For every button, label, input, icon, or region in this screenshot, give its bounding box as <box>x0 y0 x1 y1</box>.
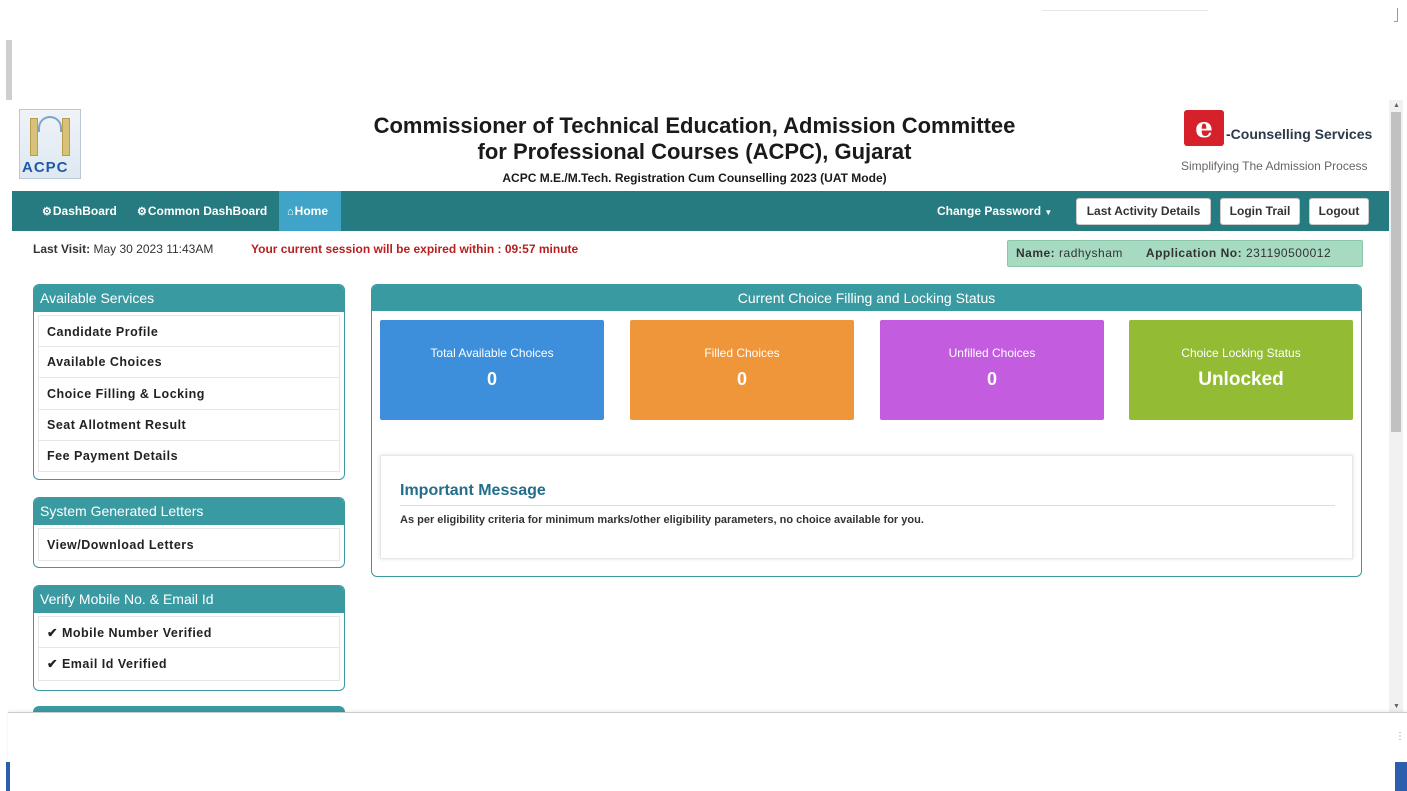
session-warning: Your current session will be expired wit… <box>251 242 579 256</box>
login-trail-button[interactable]: Login Trail <box>1220 198 1300 225</box>
nav-dashboard-label: DashBoard <box>52 204 117 218</box>
dashboard-icon: ⚙ <box>42 206 52 218</box>
choice-status-title: Current Choice Filling and Locking Statu… <box>372 285 1361 311</box>
verify-panel: Verify Mobile No. & Email Id ✔ Mobile Nu… <box>33 585 345 691</box>
unfilled-choices-label: Unfilled Choices <box>948 346 1036 360</box>
important-message-box: Important Message As per eligibility cri… <box>380 455 1353 559</box>
menu-candidate-profile[interactable]: Candidate Profile <box>38 315 340 347</box>
filled-choices-card: Filled Choices 0 <box>630 320 854 420</box>
menu-choice-filling[interactable]: Choice Filling & Locking <box>38 378 340 410</box>
ecounselling-label: -Counselling Services <box>1226 126 1373 142</box>
change-password-dropdown[interactable]: Change Password ▼ <box>937 191 1052 231</box>
locking-status-label: Choice Locking Status <box>1181 346 1301 360</box>
check-circle-icon: ✔ <box>47 657 58 671</box>
menu-fee-payment[interactable]: Fee Payment Details <box>38 441 340 472</box>
overlay-left-edge <box>6 762 10 791</box>
letters-title: System Generated Letters <box>34 498 344 525</box>
app-no-value: 231190500012 <box>1245 246 1332 260</box>
scrollbar-thumb[interactable] <box>1391 112 1401 432</box>
last-visit-value: May 30 2023 11:43AM <box>93 242 214 256</box>
menu-view-download-letters[interactable]: View/Download Letters <box>38 528 340 561</box>
status-row: Last Visit: May 30 2023 11:43AM Your cur… <box>33 240 1373 268</box>
email-verified-label: Email Id Verified <box>61 657 168 671</box>
menu-available-choices[interactable]: Available Choices <box>38 347 340 378</box>
locking-status-card: Choice Locking Status Unlocked <box>1129 320 1353 420</box>
mobile-verified-label: Mobile Number Verified <box>61 626 212 640</box>
home-icon: ⌂ <box>287 206 294 218</box>
more-icon[interactable]: ⋮ <box>1395 731 1405 742</box>
unfilled-choices-value: 0 <box>986 369 997 389</box>
name-label: Name: <box>1016 246 1056 260</box>
nav-dashboard[interactable]: ⚙DashBoard <box>34 191 125 231</box>
available-services-panel: Available Services Candidate Profile Ava… <box>33 284 345 480</box>
verify-title: Verify Mobile No. & Email Id <box>34 586 344 613</box>
filled-choices-label: Filled Choices <box>704 346 780 360</box>
app-no-label: Application No: <box>1145 246 1243 260</box>
mobile-verified-item: ✔ Mobile Number Verified <box>38 616 340 648</box>
dashboard-icon: ⚙ <box>137 206 147 218</box>
locking-status-value: Unlocked <box>1198 369 1284 390</box>
total-choices-card: Total Available Choices 0 <box>380 320 604 420</box>
top-strip <box>0 0 1407 40</box>
scroll-down-icon[interactable]: ▼ <box>1393 703 1400 710</box>
bottom-overlay-panel: ⋮ <box>6 712 1407 791</box>
menu-seat-allotment[interactable]: Seat Allotment Result <box>38 410 340 441</box>
logout-button[interactable]: Logout <box>1309 198 1369 225</box>
caret-down-icon: ▼ <box>1044 208 1053 217</box>
name-value: radhysham <box>1059 246 1123 260</box>
important-message-body: As per eligibility criteria for minimum … <box>400 514 924 526</box>
site-header: ACPC Commissioner of Technical Education… <box>0 100 1389 190</box>
check-circle-icon: ✔ <box>47 626 58 640</box>
page-scrollbar[interactable]: ▲ ▼ <box>1389 100 1403 712</box>
choice-status-panel: Current Choice Filling and Locking Statu… <box>371 284 1362 577</box>
ecounselling-logo: e -Counselling Services Simplifying The … <box>1181 110 1381 180</box>
letters-panel: System Generated Letters View/Download L… <box>33 497 345 568</box>
last-visit-label: Last Visit: <box>33 242 91 256</box>
nav-common-dashboard[interactable]: ⚙Common DashBoard <box>129 191 275 231</box>
nav-home[interactable]: ⌂Home <box>279 191 341 231</box>
message-divider <box>400 505 1335 506</box>
last-visit: Last Visit: May 30 2023 11:43AM <box>33 242 213 256</box>
total-choices-value: 0 <box>486 369 497 389</box>
corner-mark <box>1394 8 1398 22</box>
change-password-label: Change Password <box>937 204 1042 218</box>
top-divider <box>1042 10 1208 11</box>
available-services-title: Available Services <box>34 285 344 312</box>
scroll-up-icon[interactable]: ▲ <box>1393 102 1400 109</box>
main-navbar: ⚙DashBoard ⚙Common DashBoard ⌂Home Chang… <box>12 191 1389 231</box>
left-scroll-indicator <box>6 40 12 100</box>
filled-choices-value: 0 <box>736 369 747 389</box>
unfilled-choices-card: Unfilled Choices 0 <box>880 320 1104 420</box>
overlay-right-edge <box>1395 762 1407 791</box>
ecounselling-badge-icon: e <box>1184 110 1224 146</box>
ecounselling-tagline: Simplifying The Admission Process <box>1181 159 1368 173</box>
nav-home-label: Home <box>294 204 328 218</box>
nav-common-dashboard-label: Common DashBoard <box>147 204 268 218</box>
important-message-title: Important Message <box>400 482 546 499</box>
total-choices-label: Total Available Choices <box>430 346 554 360</box>
email-verified-item: ✔ Email Id Verified <box>38 648 340 681</box>
candidate-info-badge: Name: radhysham Application No: 23119050… <box>1007 240 1363 267</box>
last-activity-button[interactable]: Last Activity Details <box>1076 198 1211 225</box>
